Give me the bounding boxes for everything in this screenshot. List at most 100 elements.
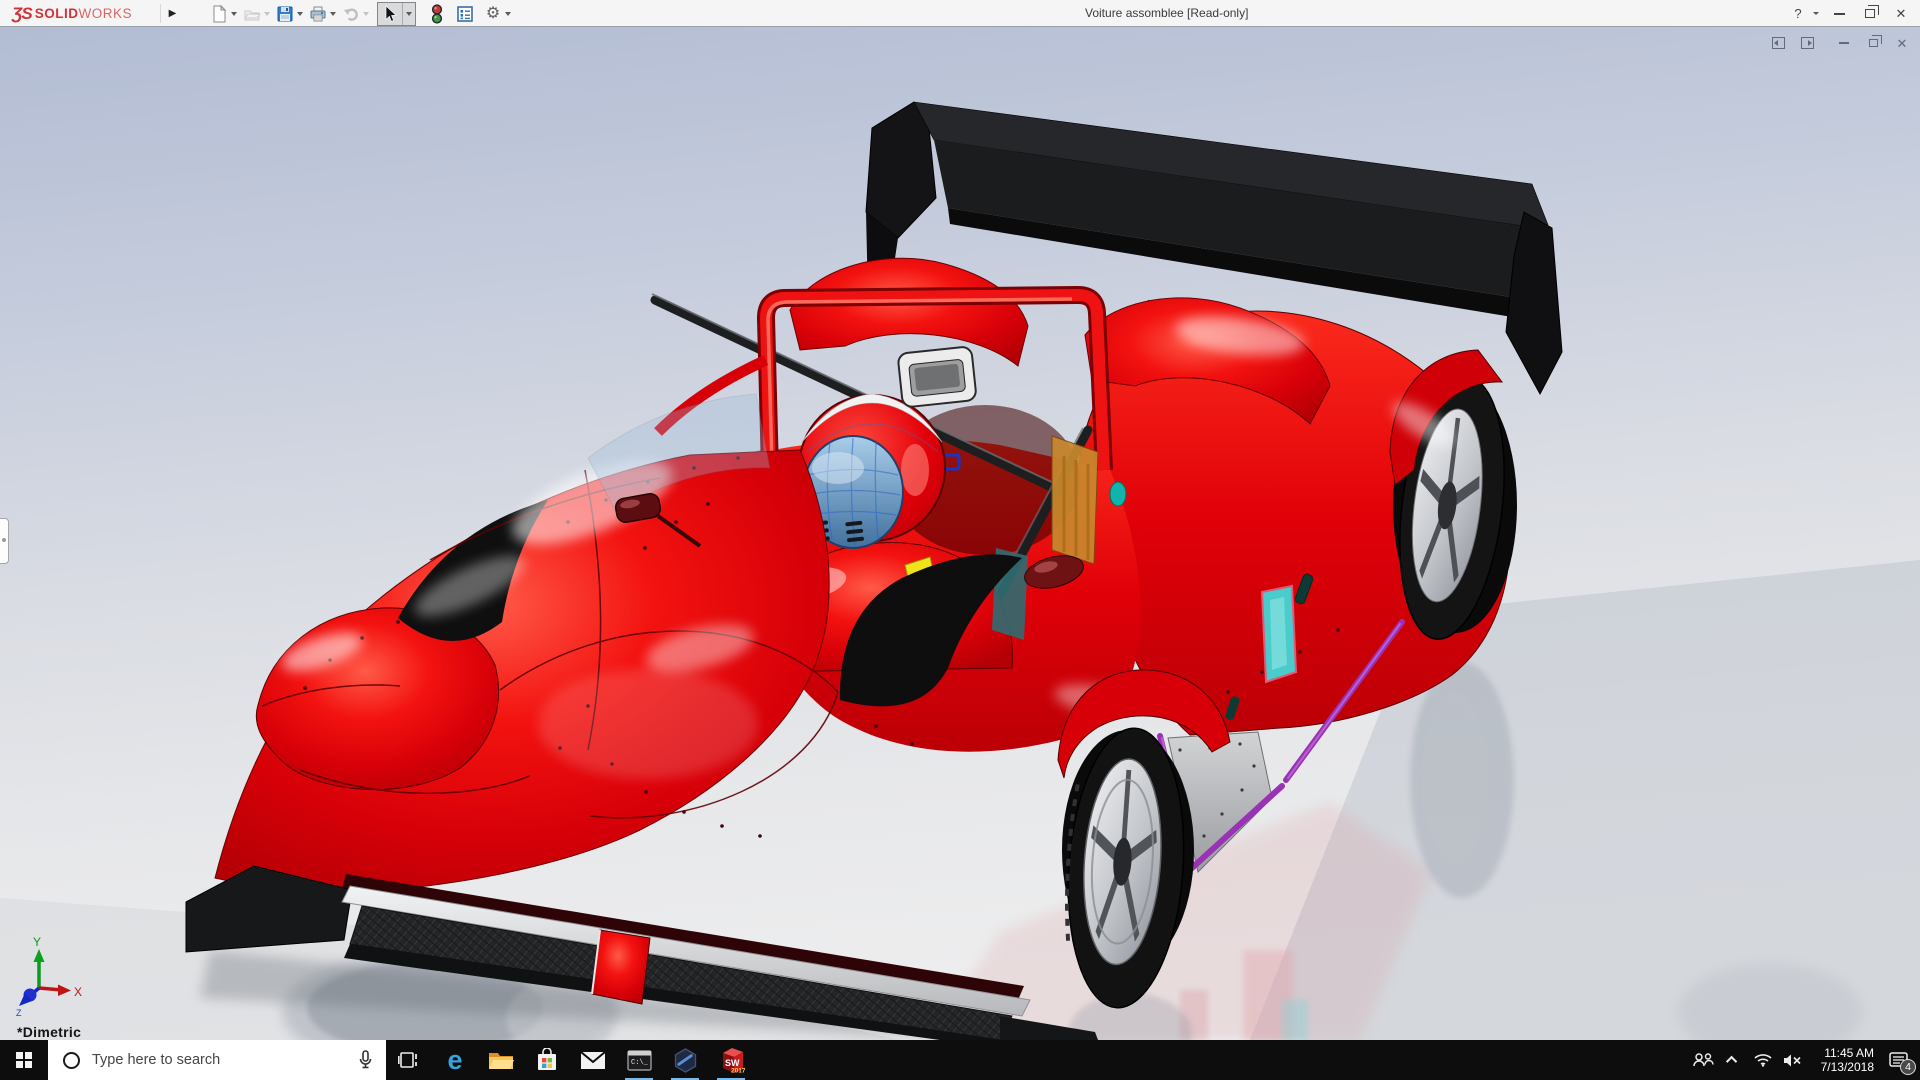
pane-left-icon (1772, 37, 1785, 49)
triad-z-label: Z (16, 1008, 22, 1018)
taskbar-app-hexagon[interactable] (662, 1040, 708, 1080)
command-prompt-icon: C:\_ (627, 1050, 652, 1071)
undo-icon (342, 5, 360, 23)
window-title: Voiture assomblee [Read-only] (1085, 0, 1248, 27)
windows-taskbar: e C:\_ SW 2017 (0, 1040, 1920, 1080)
triad-y-label: Y (33, 935, 41, 949)
open-folder-icon (243, 5, 261, 23)
file-explorer-icon (488, 1049, 514, 1071)
new-document-button[interactable] (208, 2, 230, 26)
select-cursor-icon (381, 5, 399, 23)
microphone-icon[interactable] (358, 1050, 373, 1070)
graphics-viewport[interactable]: Y X Z ✕ *Dimetric (0, 27, 1920, 1040)
select-tool-button[interactable] (378, 3, 402, 25)
start-button[interactable] (0, 1040, 48, 1080)
quick-access-toolbar: ⚙ (208, 1, 515, 26)
hexagon-app-icon (673, 1048, 698, 1073)
show-hidden-icons-button[interactable] (1718, 1040, 1748, 1080)
file-properties-button[interactable] (454, 2, 476, 26)
solidworks-2017-icon: SW 2017 (718, 1047, 745, 1074)
gear-icon: ⚙ (486, 6, 500, 22)
print-icon (309, 5, 327, 23)
taskbar-app-store[interactable] (524, 1040, 570, 1080)
taskbar-app-edge[interactable]: e (432, 1040, 478, 1080)
doc-restore-button[interactable] (1865, 36, 1881, 50)
options-button[interactable]: ⚙ (482, 2, 504, 26)
new-dropdown-caret[interactable] (231, 12, 237, 16)
svg-text:C:\_: C:\_ (631, 1059, 649, 1067)
doc-restore-icon (1869, 39, 1878, 47)
expand-right-pane-button[interactable] (1799, 36, 1815, 50)
task-view-icon (398, 1051, 420, 1069)
task-view-button[interactable] (386, 1040, 432, 1080)
svg-text:2017: 2017 (731, 1067, 745, 1074)
open-dropdown-caret[interactable] (264, 12, 270, 16)
svg-text:SW: SW (725, 1058, 740, 1068)
people-icon (1692, 1052, 1714, 1068)
options-dropdown-caret[interactable] (505, 12, 511, 16)
new-document-icon (210, 5, 228, 23)
clock-time: 11:45 AM (1808, 1046, 1874, 1060)
undo-dropdown-caret[interactable] (363, 12, 369, 16)
search-input[interactable] (80, 1052, 358, 1068)
logo-text-works: WORKS (79, 6, 133, 21)
panel-handle-dot (2, 538, 6, 542)
dassault-logo-mark: ƷS (12, 4, 32, 24)
store-icon (535, 1048, 559, 1072)
grille-center-pillar (592, 930, 650, 1004)
menu-expand-arrow[interactable]: ▶ (160, 4, 176, 23)
taskbar-clock[interactable]: 11:45 AM 7/13/2018 (1808, 1046, 1876, 1074)
clock-date: 7/13/2018 (1808, 1060, 1874, 1074)
system-tray: 11:45 AM 7/13/2018 4 (1688, 1040, 1920, 1080)
title-bar: ƷS SOLID WORKS ▶ (0, 0, 1920, 27)
taskbar-app-solidworks[interactable]: SW 2017 (708, 1040, 754, 1080)
people-button[interactable] (1688, 1040, 1718, 1080)
windows-logo-icon (16, 1052, 33, 1069)
pane-right-icon (1801, 37, 1814, 49)
action-center-button[interactable]: 4 (1876, 1040, 1920, 1080)
taskbar-app-command-prompt[interactable]: C:\_ (616, 1040, 662, 1080)
taskbar-app-file-explorer[interactable] (478, 1040, 524, 1080)
close-button[interactable]: ✕ (1890, 3, 1912, 25)
help-icon: ? (1794, 6, 1801, 21)
minimize-icon (1834, 13, 1845, 15)
save-dropdown-caret[interactable] (297, 12, 303, 16)
close-icon: ✕ (1896, 6, 1907, 22)
save-button[interactable] (274, 2, 296, 26)
taskbar-app-mail[interactable] (570, 1040, 616, 1080)
restore-icon (1865, 9, 1875, 18)
minimize-button[interactable] (1828, 3, 1850, 25)
wifi-icon (1754, 1053, 1772, 1067)
rearview-mirror-housing[interactable] (897, 346, 976, 407)
logo-text-solid: SOLID (35, 6, 79, 21)
doc-close-button[interactable]: ✕ (1894, 36, 1910, 50)
print-dropdown-caret[interactable] (330, 12, 336, 16)
help-button[interactable]: ? (1787, 3, 1809, 25)
triad-x-label: X (74, 985, 82, 999)
volume-muted-icon (1783, 1053, 1803, 1068)
doc-minimize-button[interactable] (1836, 36, 1852, 50)
help-dropdown-caret[interactable] (1813, 12, 1819, 15)
file-properties-icon (456, 5, 474, 23)
taskbar-search[interactable] (48, 1040, 386, 1080)
network-button[interactable] (1748, 1040, 1778, 1080)
3d-model-scene[interactable]: Y X Z (0, 27, 1920, 1040)
select-tool-group (377, 2, 416, 26)
window-controls: ? ✕ (1787, 0, 1912, 27)
document-window-controls: ✕ (1770, 36, 1910, 50)
collapse-left-pane-button[interactable] (1770, 36, 1786, 50)
stoplight-button[interactable] (426, 2, 448, 26)
notification-badge: 4 (1900, 1059, 1916, 1075)
edge-icon: e (447, 1047, 462, 1074)
solidworks-logo: ƷS SOLID WORKS (12, 0, 132, 27)
save-icon (276, 5, 294, 23)
open-button[interactable] (241, 2, 263, 26)
feature-manager-collapsed-tab[interactable] (0, 518, 9, 564)
print-button[interactable] (307, 2, 329, 26)
chevron-up-icon (1726, 1056, 1737, 1067)
restore-button[interactable] (1859, 3, 1881, 25)
volume-button[interactable] (1778, 1040, 1808, 1080)
select-dropdown[interactable] (402, 3, 415, 25)
mail-icon (580, 1051, 606, 1070)
undo-button[interactable] (340, 2, 362, 26)
